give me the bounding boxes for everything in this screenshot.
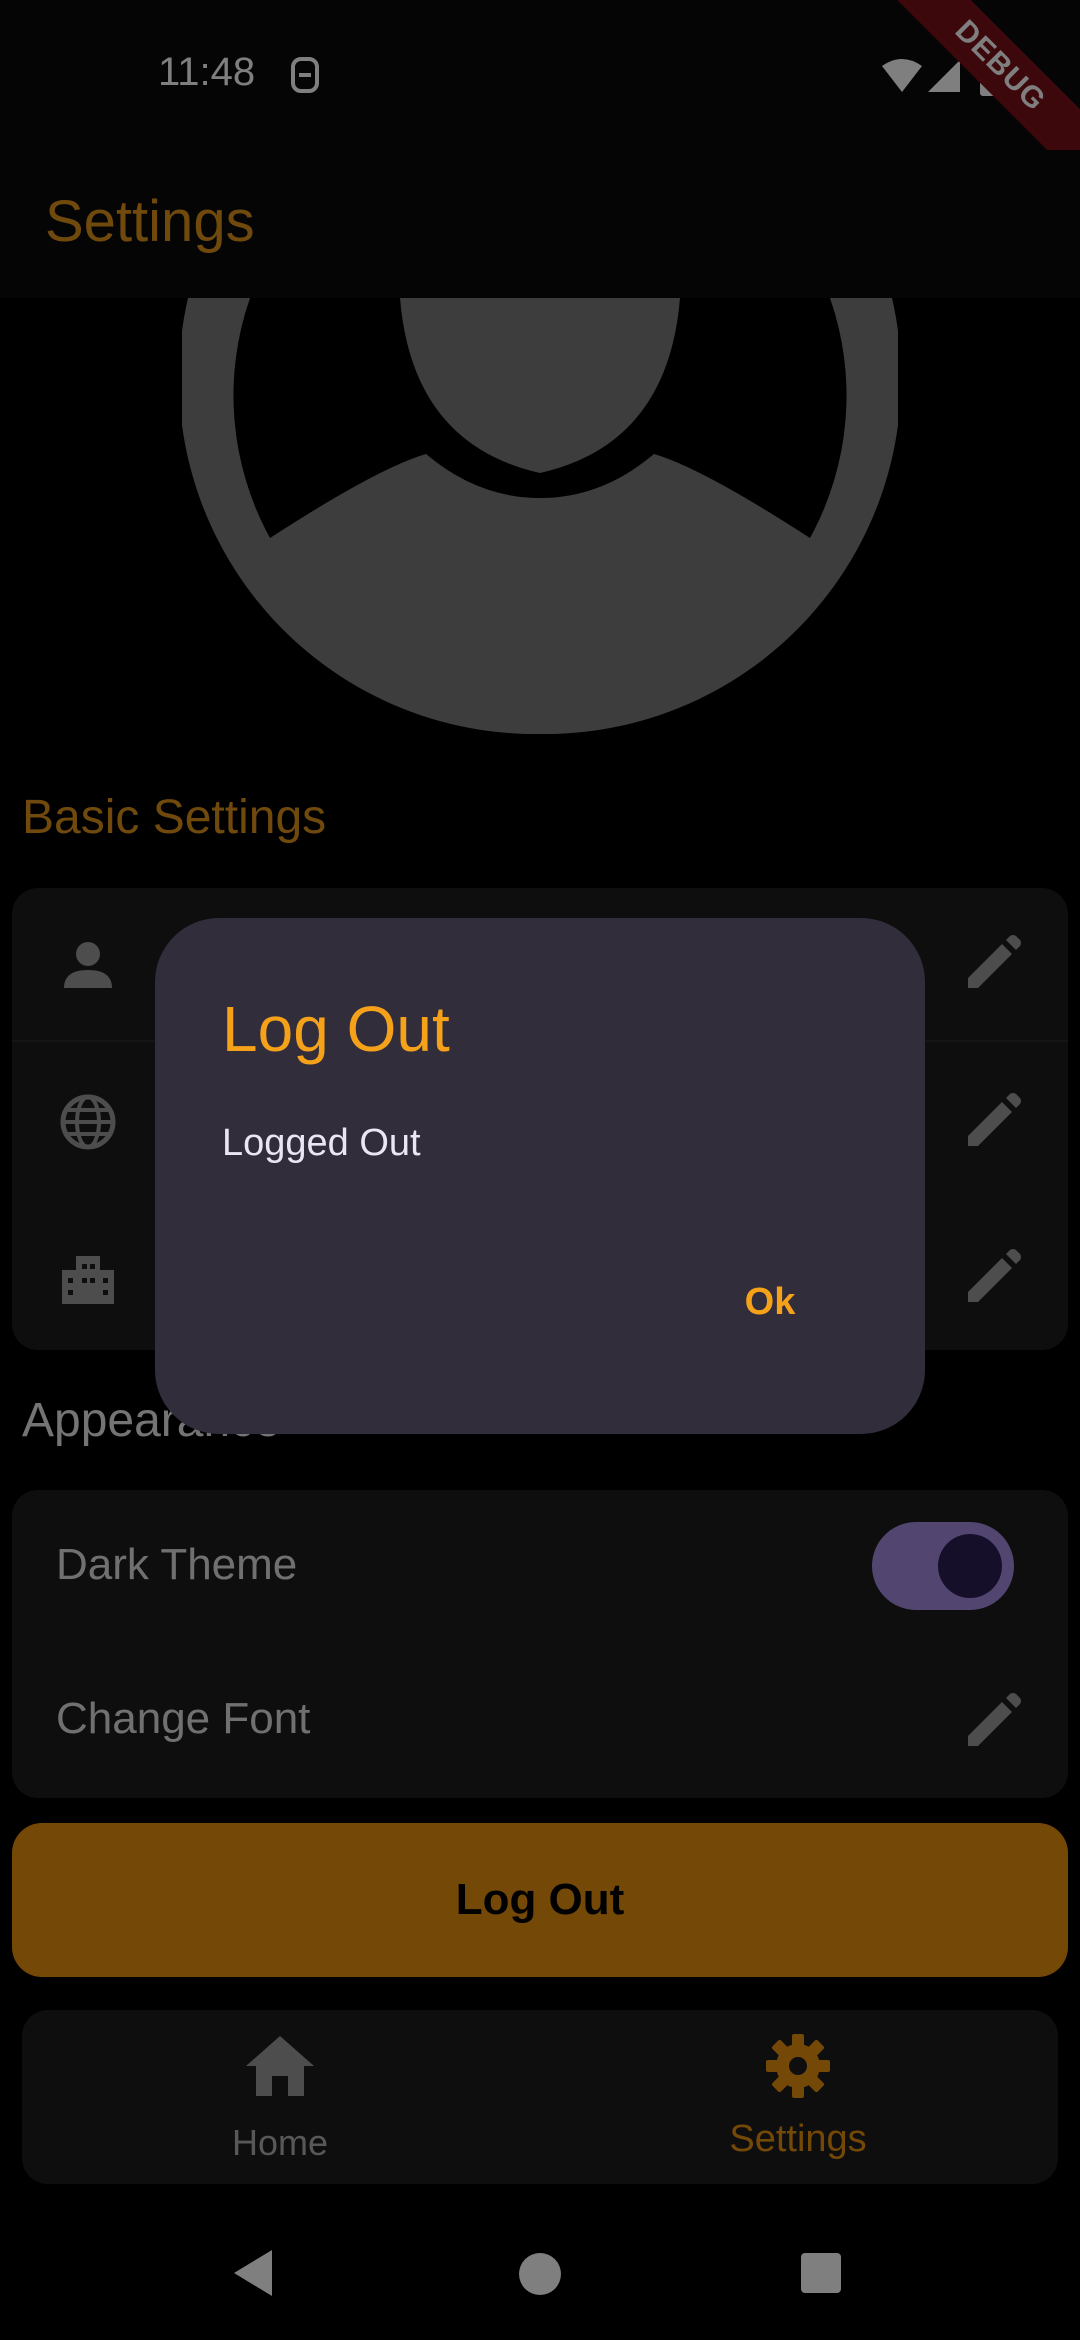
dialog-message: Logged Out xyxy=(222,1122,421,1164)
dialog-ok-button[interactable]: Ok xyxy=(730,1272,810,1332)
dialog-title: Log Out xyxy=(222,993,450,1065)
